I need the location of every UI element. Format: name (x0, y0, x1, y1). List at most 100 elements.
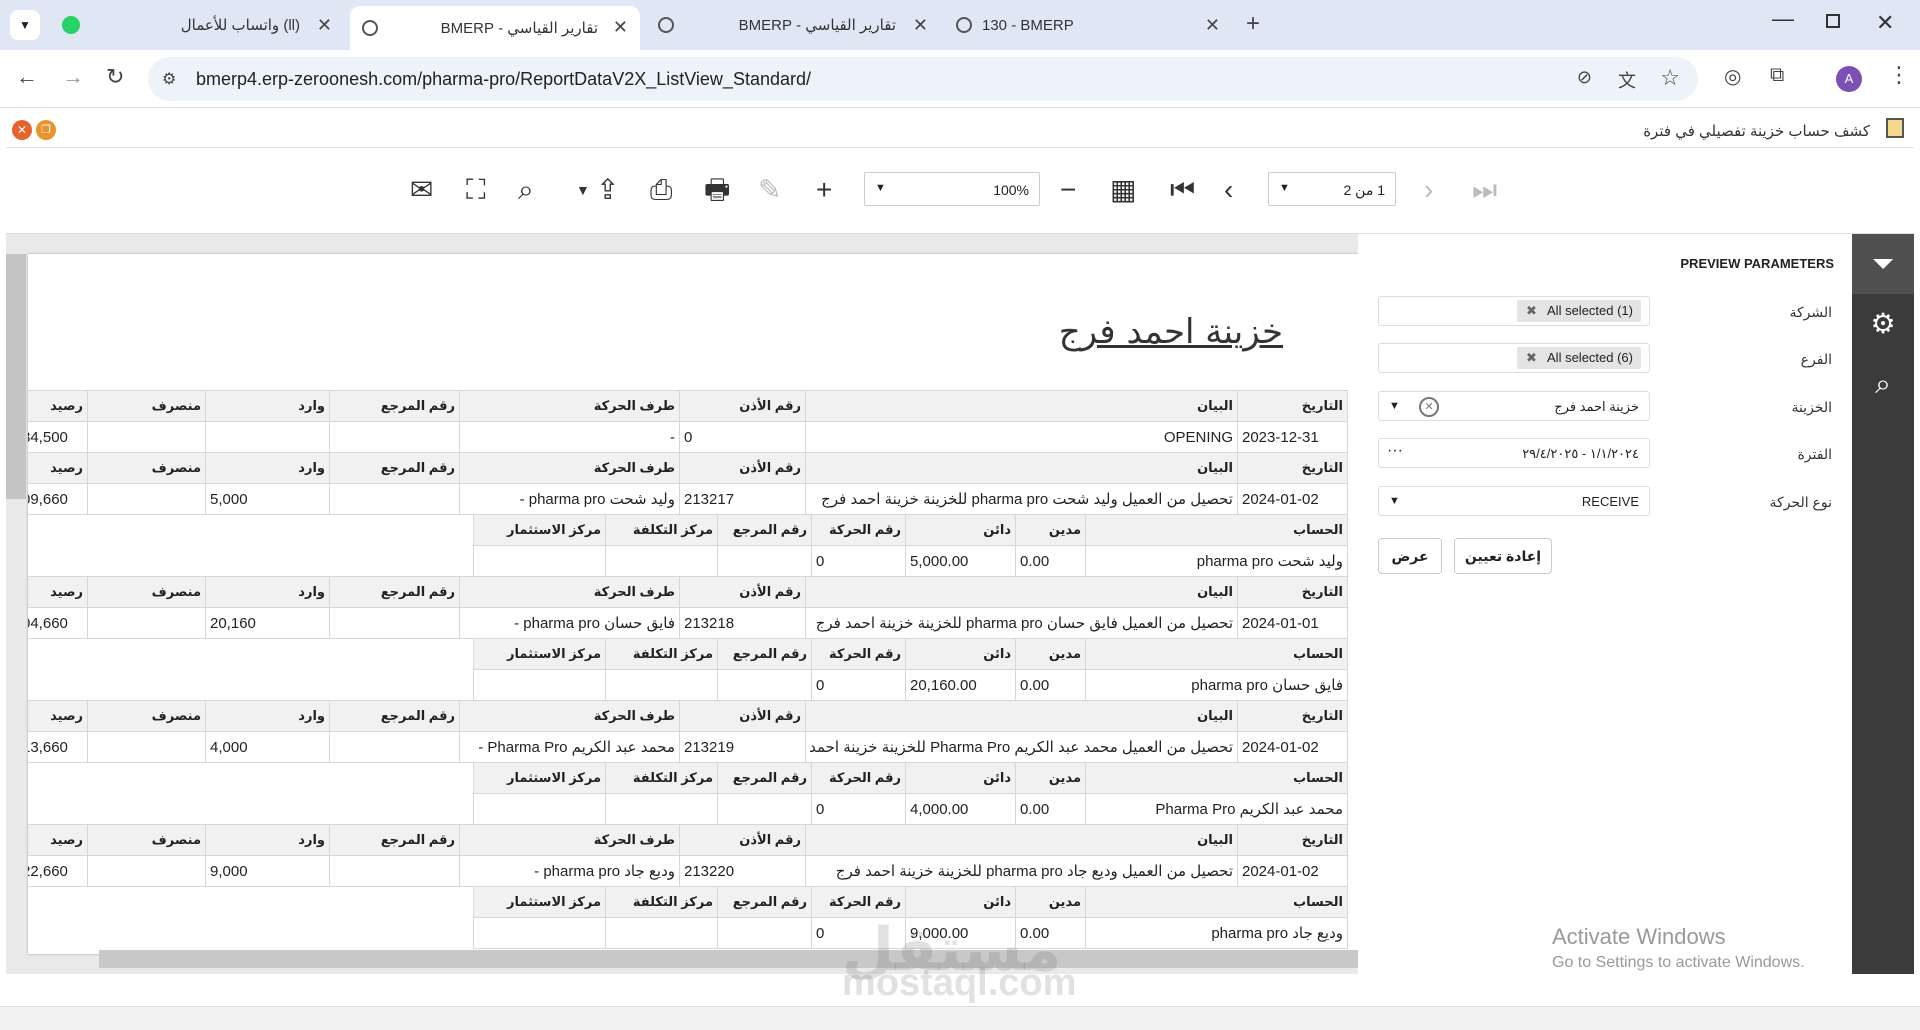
cell-outgoing (87, 607, 206, 639)
export-icon[interactable]: ⇪ (596, 172, 619, 208)
filter-icon[interactable]: ⏷ (1852, 234, 1914, 294)
more-icon[interactable]: ··· (1387, 442, 1403, 460)
entry-table: التاريخ البيان رقم الأذن طرف الحركة رقم المر… (28, 824, 1348, 887)
zoom-out-icon[interactable]: − (1060, 172, 1076, 208)
header-row: التاريخ البيان رقم الأذن طرف الحركة رقم المر… (28, 700, 1348, 732)
cell-ref (717, 793, 812, 825)
cell-voucher: 213220 (679, 855, 806, 887)
profile-avatar[interactable]: A (1836, 66, 1862, 92)
cell-party: فايق حسان pharma pro - (459, 607, 680, 639)
company-select[interactable]: ✖ All selected (1) (1378, 296, 1650, 326)
header-row: الحساب مدين دائن رقم الحركة رقم المرجع مركز ا… (473, 514, 1348, 546)
cell-cost-center (605, 917, 718, 949)
close-report-icon[interactable]: ✕ (12, 120, 32, 140)
browser-menu-icon[interactable]: ⋮ (1888, 62, 1910, 88)
entry-table: التاريخ البيان رقم الأذن طرف الحركة رقم المر… (28, 452, 1348, 515)
treasury-select[interactable]: ▼ ✕ خزينة احمد فرج (1378, 391, 1650, 421)
tab-bmerp-130[interactable]: 130 - BMERP ✕ (946, 8, 1236, 42)
print-icon[interactable]: 🖶 (704, 172, 730, 208)
close-icon[interactable]: ✕ (317, 15, 332, 36)
treasury-label: الخزينة (1791, 399, 1832, 415)
panel-heading: PREVIEW PARAMETERS (1680, 256, 1834, 271)
column-header: مركز الاستثمار (473, 638, 606, 670)
cell-account: فايق حسان pharma pro (1085, 669, 1348, 701)
restore-report-icon[interactable]: ❐ (36, 120, 56, 140)
column-header: الحساب (1085, 886, 1348, 918)
remove-icon[interactable]: ✖ (1526, 300, 1537, 322)
reload-button[interactable]: ↻ (106, 64, 124, 90)
search-icon[interactable]: ⌕ (518, 172, 534, 208)
omnibox[interactable]: ⚙ bmerp4.erp-zeroonesh.com/pharma-pro/Re… (148, 57, 1698, 101)
translate-icon[interactable]: 文 (1618, 67, 1636, 93)
branch-chip[interactable]: ✖ All selected (6) (1517, 347, 1641, 369)
extension-icon[interactable]: ◎ (1724, 64, 1741, 89)
cell-date: 2024-01-01 (1237, 607, 1348, 639)
page-select[interactable]: ▼ 1 من 2 (1268, 172, 1396, 206)
tracking-off-icon[interactable]: ⊘ (1577, 67, 1592, 88)
column-header: رقم الأذن (679, 576, 806, 608)
branch-select[interactable]: ✖ All selected (6) (1378, 343, 1650, 373)
export-dropdown-icon[interactable]: ▼ (576, 172, 590, 208)
vertical-scrollbar[interactable] (6, 254, 26, 499)
header-row: الحساب مدين دائن رقم الحركة رقم المرجع مركز ا… (473, 638, 1348, 670)
close-window-button[interactable]: ✕ (1876, 10, 1894, 36)
extensions-puzzle-icon[interactable]: ⧉ (1770, 64, 1784, 87)
cell-date: 2024-01-02 (1237, 483, 1348, 515)
column-header: منصرف (87, 824, 206, 856)
column-header: وارد (205, 390, 330, 422)
gear-icon[interactable]: ⚙ (1852, 294, 1914, 354)
search-icon[interactable]: ⌕ (1852, 354, 1914, 414)
tab-whatsapp[interactable]: (ll) واتساب للأعمال ✕ (52, 8, 342, 42)
zoom-select[interactable]: ▼ 100% (864, 172, 1040, 206)
header-row: التاريخ البيان رقم الأذن طرف الحركة رقم المر… (28, 452, 1348, 484)
reset-button[interactable]: إعادة تعيين (1454, 538, 1552, 574)
minimize-button[interactable]: — (1772, 6, 1794, 32)
multi-page-icon[interactable]: ▦ (1110, 172, 1136, 208)
tab-search-button[interactable]: ▼ (10, 10, 40, 40)
url-text[interactable]: bmerp4.erp-zeroonesh.com/pharma-pro/Repo… (196, 69, 811, 90)
column-header: الحساب (1085, 762, 1348, 794)
close-icon[interactable]: ✕ (913, 15, 928, 36)
cell-ref (329, 421, 460, 453)
site-info-icon[interactable]: ⚙ (162, 69, 176, 89)
company-chip[interactable]: ✖ All selected (1) (1517, 300, 1641, 322)
report-page: خزينة احمد فرج التاريخ البيان رقم الأذن طرف… (28, 254, 1358, 954)
clear-icon[interactable]: ✕ (1419, 397, 1439, 417)
cell-debit: 0.00 (1015, 545, 1086, 577)
close-icon[interactable]: ✕ (613, 17, 628, 38)
column-header: رقم الحركة (811, 638, 906, 670)
zoom-value: 100% (993, 182, 1029, 198)
new-tab-button[interactable]: + (1246, 10, 1260, 38)
period-field[interactable]: ··· ١/١/٢٠٢٤ - ٢٩/٤/٢٠٢٥ (1378, 438, 1650, 468)
cell-incoming (205, 421, 330, 453)
close-icon[interactable]: ✕ (1205, 15, 1220, 36)
fullscreen-icon[interactable]: ⛶ (466, 172, 486, 208)
zoom-in-icon[interactable]: + (816, 172, 832, 208)
cell-desc: تحصيل من العميل محمد عبد الكريم Pharma P… (805, 731, 1238, 763)
treasury-value: خزينة احمد فرج (1554, 399, 1639, 414)
chevron-down-icon: ▼ (1389, 400, 1400, 412)
print-page-icon[interactable]: ⎙ (650, 172, 672, 208)
column-header: مركز التكلفة (605, 886, 718, 918)
back-button[interactable]: ← (16, 64, 38, 90)
entry-table: التاريخ البيان رقم الأذن طرف الحركة رقم المر… (28, 390, 1348, 453)
tab-bmerp-active[interactable]: تقارير القياسي - BMERP ✕ (350, 6, 640, 50)
submit-button[interactable]: عرض (1378, 538, 1442, 574)
bookmark-star-icon[interactable]: ☆ (1660, 65, 1680, 91)
first-page-icon[interactable]: ⏮ (1170, 172, 1195, 208)
movement-type-select[interactable]: ▼ RECEIVE (1378, 486, 1650, 516)
cell-invest-center (473, 669, 606, 701)
preview-parameters-panel: PREVIEW PARAMETERS الشركة ✖ All selected … (1358, 234, 1852, 974)
company-chip-label: All selected (1) (1547, 303, 1633, 318)
email-export-icon[interactable]: ✉ (410, 172, 433, 208)
previous-page-icon[interactable]: ‹ (1224, 172, 1233, 208)
horizontal-scrollbar[interactable] (99, 950, 1359, 968)
detail-table: الحساب مدين دائن رقم الحركة رقم المرجع مركز ا… (473, 638, 1348, 701)
report-header-title: كشف حساب خزينة تفصيلي في فترة (1643, 123, 1870, 140)
forward-button[interactable]: → (62, 64, 84, 90)
remove-icon[interactable]: ✖ (1526, 347, 1537, 369)
maximize-button[interactable] (1826, 14, 1840, 28)
column-header: وارد (205, 700, 330, 732)
column-header: رقم الحركة (811, 762, 906, 794)
tab-bmerp-2[interactable]: تقارير القياسي - BMERP ✕ (648, 8, 938, 42)
